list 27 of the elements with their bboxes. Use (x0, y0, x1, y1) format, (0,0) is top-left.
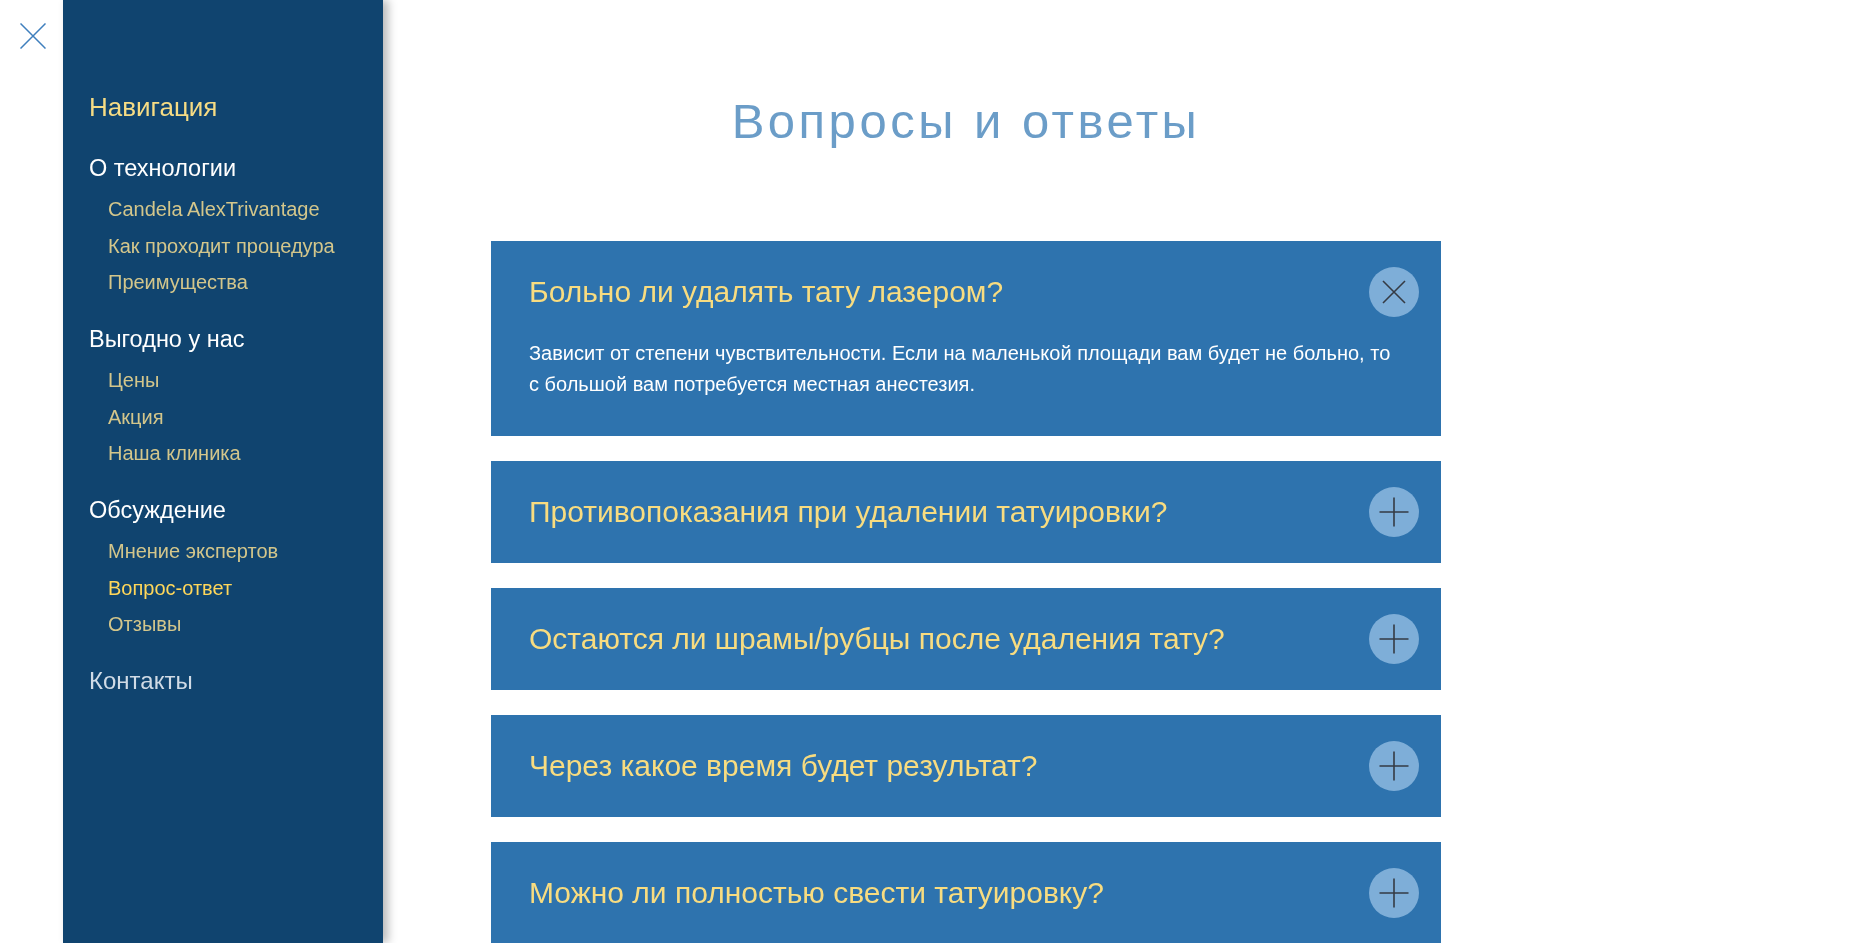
nav-link[interactable]: Наша клиника (108, 441, 241, 465)
page-title: Вопросы и ответы (731, 93, 1201, 150)
close-icon[interactable] (20, 23, 46, 49)
nav-link[interactable]: Контакты (89, 666, 193, 696)
nav-section-heading: Обсуждение (89, 496, 226, 525)
nav-link[interactable]: Как проходит процедура (108, 233, 335, 258)
plus-icon[interactable] (1369, 741, 1419, 791)
faq-answer: Зависит от степени чувствительности. Если на маленькой площади вам будет не больно, то с большой вам потребуется местная анестезия. (529, 341, 1392, 397)
nav-link[interactable]: Цены (108, 368, 160, 392)
faq-question[interactable]: Остаются ли шрамы/рубцы после удаления тату? (529, 621, 1225, 657)
plus-icon[interactable] (1369, 868, 1419, 918)
nav-link[interactable]: Преимущества (108, 270, 248, 294)
nav-section-heading: О технологии (89, 154, 236, 183)
nav-section-heading: Выгодно у нас (89, 325, 245, 354)
faq-question[interactable]: Можно ли полностью свести татуировку? (529, 875, 1104, 911)
plus-icon[interactable] (1369, 614, 1419, 664)
nav-link[interactable]: Отзывы (108, 612, 182, 636)
faq-question[interactable]: Противопоказания при удалении татуировки? (529, 494, 1168, 530)
nav-title: Навигация (89, 91, 218, 123)
faq-question[interactable]: Больно ли удалять тату лазером? (529, 274, 1004, 310)
nav-link[interactable]: Мнение экспертов (108, 539, 279, 563)
nav-link[interactable]: Вопрос-ответ (108, 575, 233, 600)
plus-icon[interactable] (1369, 487, 1419, 537)
faq-question[interactable]: Через какое время будет результат? (529, 748, 1038, 784)
nav-link[interactable]: Акция (108, 404, 164, 429)
nav-link[interactable]: Candela AlexTrivantage (108, 197, 320, 221)
close-icon[interactable] (1369, 267, 1419, 317)
